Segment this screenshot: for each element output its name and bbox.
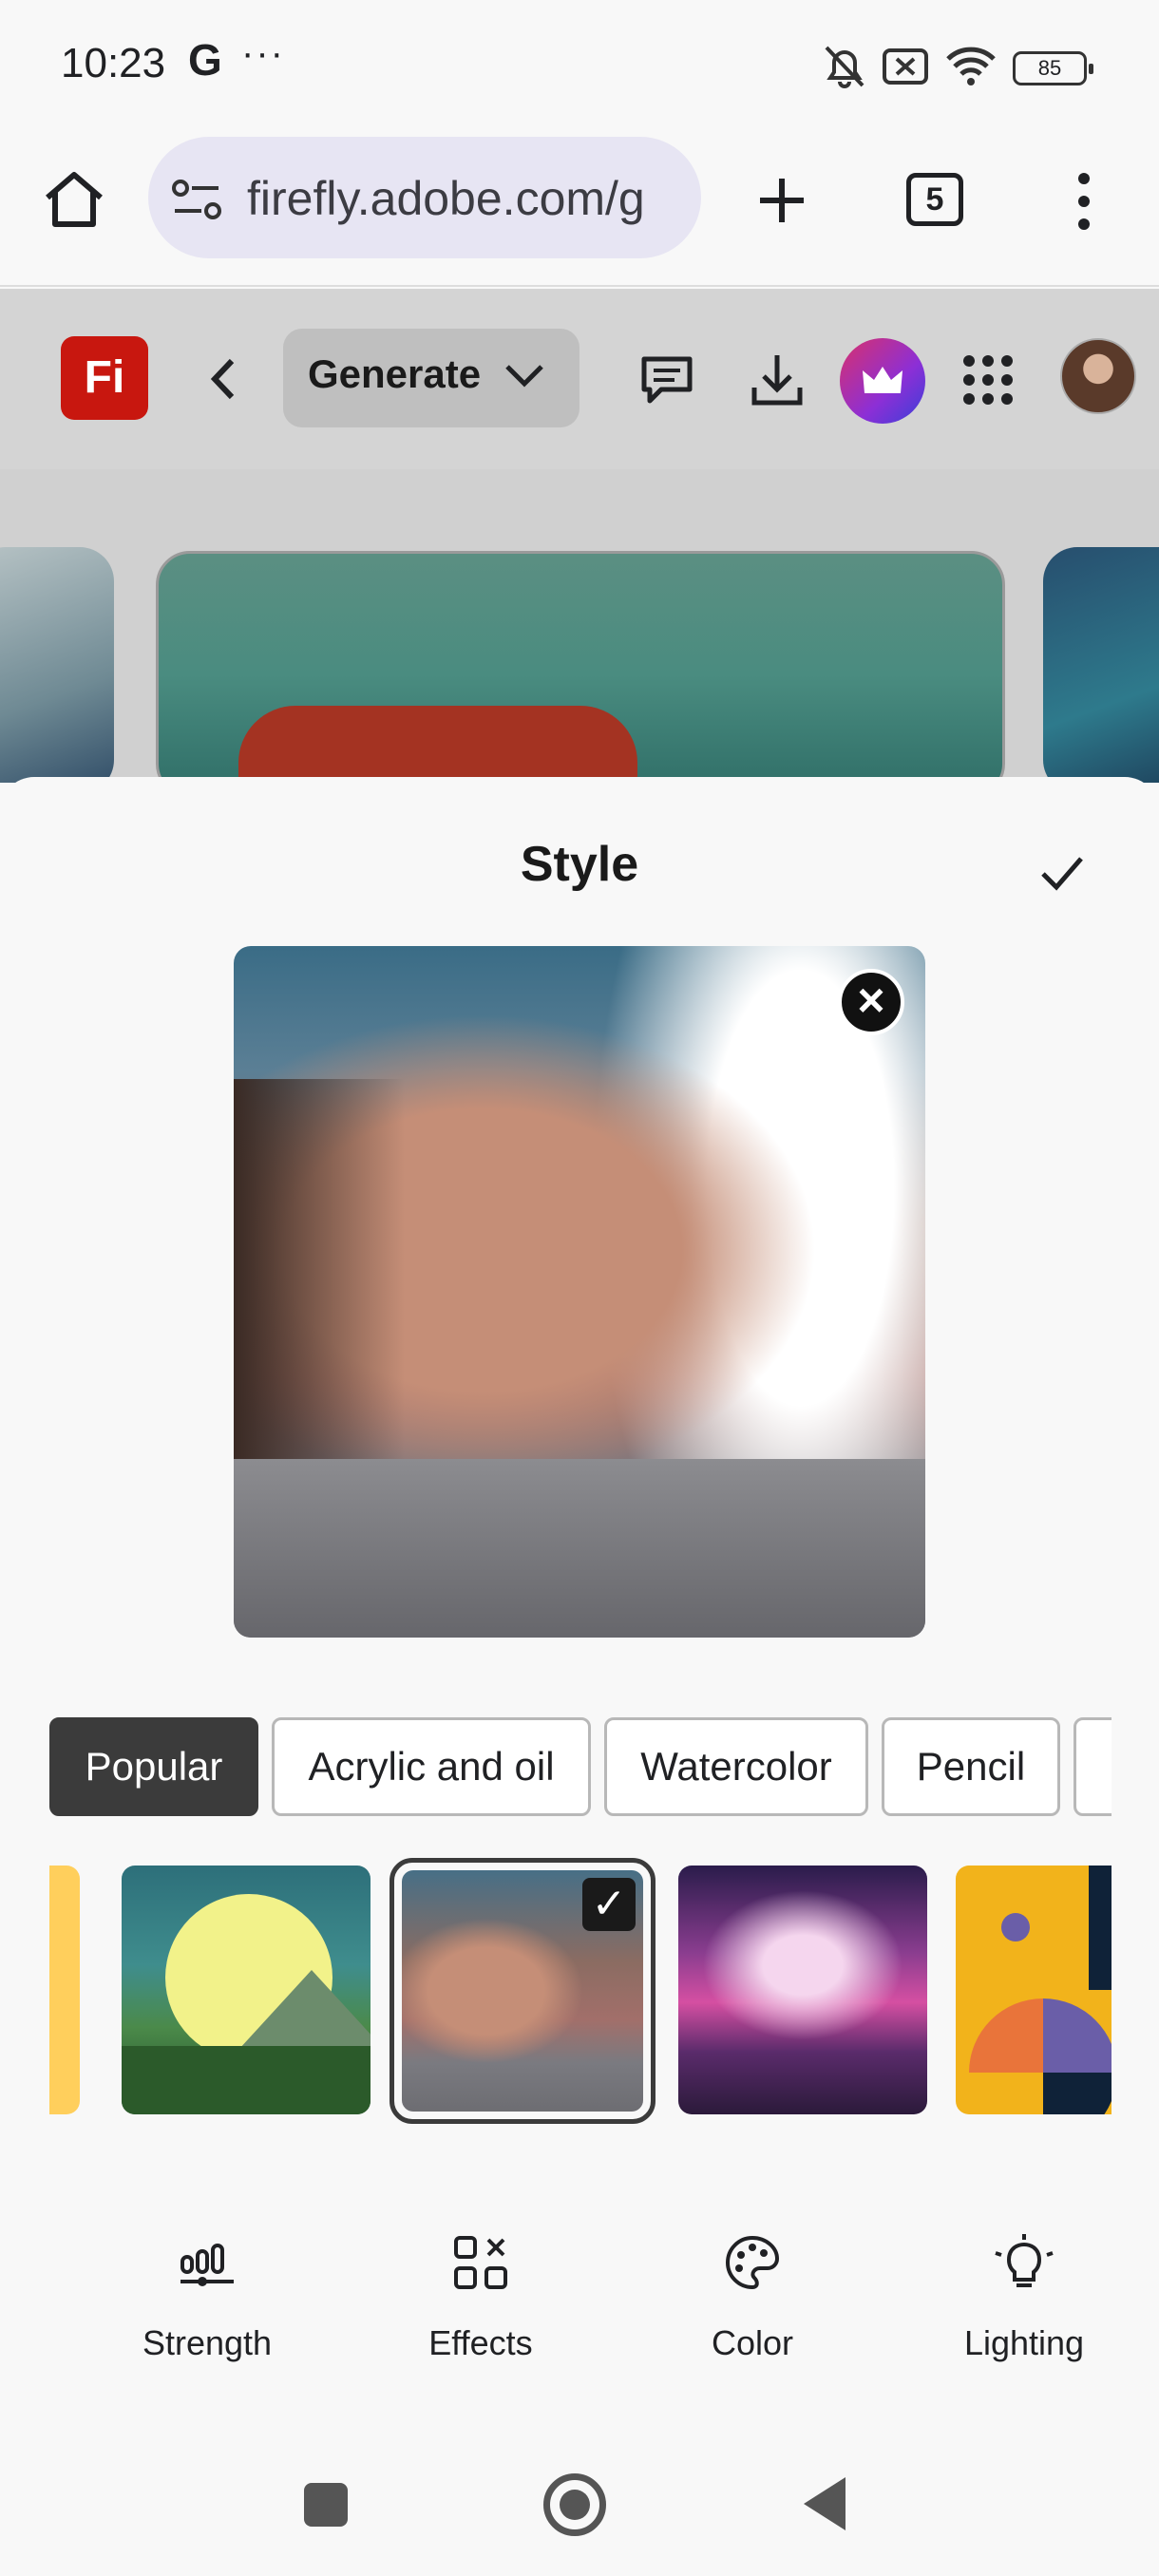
chip-popular[interactable]: Popular	[49, 1717, 258, 1816]
lightbulb-icon	[995, 2234, 1054, 2287]
new-tab-icon[interactable]	[756, 175, 808, 226]
user-avatar[interactable]	[1060, 338, 1136, 414]
home-icon[interactable]	[42, 169, 106, 230]
remove-reference-button[interactable]: ×	[838, 969, 904, 1035]
feedback-icon[interactable]	[638, 351, 695, 408]
url-text[interactable]: firefly.adobe.com/g	[247, 171, 680, 226]
preview-blanket-shade	[234, 1459, 925, 1638]
gallery-thumbnail[interactable]	[1043, 547, 1159, 783]
lighting-tool[interactable]: Lighting	[920, 2225, 1129, 2377]
more-notifications-icon: ···	[241, 32, 285, 74]
site-settings-icon[interactable]	[171, 177, 224, 224]
color-tool[interactable]: Color	[648, 2225, 857, 2377]
chip-watercolor[interactable]: Watercolor	[604, 1717, 868, 1816]
generated-gallery	[0, 469, 1159, 783]
back-button[interactable]	[804, 2477, 846, 2530]
wifi-icon	[946, 47, 996, 85]
tab-switcher-button[interactable]: 5	[906, 173, 963, 226]
crown-icon	[863, 367, 902, 393]
effects-grid-icon	[454, 2236, 507, 2289]
geo-circle	[969, 1998, 1112, 2114]
chip-pencil[interactable]: Pencil	[882, 1717, 1060, 1816]
effects-label: Effects	[428, 2323, 533, 2362]
style-reference-image	[234, 946, 925, 1638]
chevron-down-icon	[505, 365, 543, 388]
premium-crown-button[interactable]	[840, 338, 925, 424]
sheet-title: Style	[520, 837, 639, 892]
style-category-chips: Popular Acrylic and oil Watercolor Penci…	[49, 1717, 1112, 1816]
palette-icon	[726, 2235, 780, 2290]
style-tile-landscape[interactable]	[122, 1866, 370, 2114]
status-time: 10:23	[61, 40, 166, 86]
selected-check-icon: ✓	[582, 1878, 636, 1931]
muted-bell-icon	[825, 46, 864, 88]
style-tile-geometric[interactable]	[956, 1866, 1112, 2114]
strength-tool[interactable]: Strength	[103, 2225, 312, 2377]
home-button[interactable]	[543, 2473, 606, 2536]
preview-hair-shade	[234, 1079, 405, 1478]
status-bar: 10:23 G ··· 85	[0, 0, 1159, 133]
effects-tool[interactable]: Effects	[376, 2225, 585, 2377]
style-tile-clouds[interactable]	[678, 1866, 927, 2114]
confirm-check-icon[interactable]	[1039, 855, 1085, 893]
recent-apps-button[interactable]	[304, 2483, 348, 2527]
no-sim-icon	[883, 48, 928, 85]
gallery-thumbnail-selected[interactable]	[156, 551, 1005, 783]
lighting-label: Lighting	[963, 2323, 1085, 2362]
strength-sliders-icon	[180, 2244, 234, 2286]
back-chevron-icon[interactable]	[207, 357, 238, 401]
whale-image-detail	[238, 706, 637, 783]
battery-indicator: 85	[1013, 51, 1093, 85]
style-thumbnails: ✓	[49, 1858, 1112, 2124]
gallery-thumbnail[interactable]	[0, 547, 114, 783]
geo-block	[1089, 1866, 1112, 1990]
strength-label: Strength	[142, 2323, 273, 2362]
chip-acrylic-and-oil[interactable]: Acrylic and oil	[272, 1717, 591, 1816]
generate-label: Generate	[308, 351, 482, 396]
firefly-logo[interactable]: Fi	[61, 336, 148, 420]
browser-menu-icon[interactable]	[1068, 171, 1100, 232]
chip-more[interactable]	[1074, 1717, 1112, 1816]
style-tile[interactable]	[49, 1866, 80, 2114]
download-icon[interactable]	[749, 351, 806, 408]
google-notification-icon: G	[188, 35, 222, 85]
color-label: Color	[711, 2323, 794, 2362]
apps-grid-icon[interactable]	[960, 351, 1016, 408]
forest-shape	[122, 2046, 370, 2114]
geo-dot	[1001, 1913, 1030, 1941]
style-tile-selected[interactable]: ✓	[390, 1858, 656, 2124]
